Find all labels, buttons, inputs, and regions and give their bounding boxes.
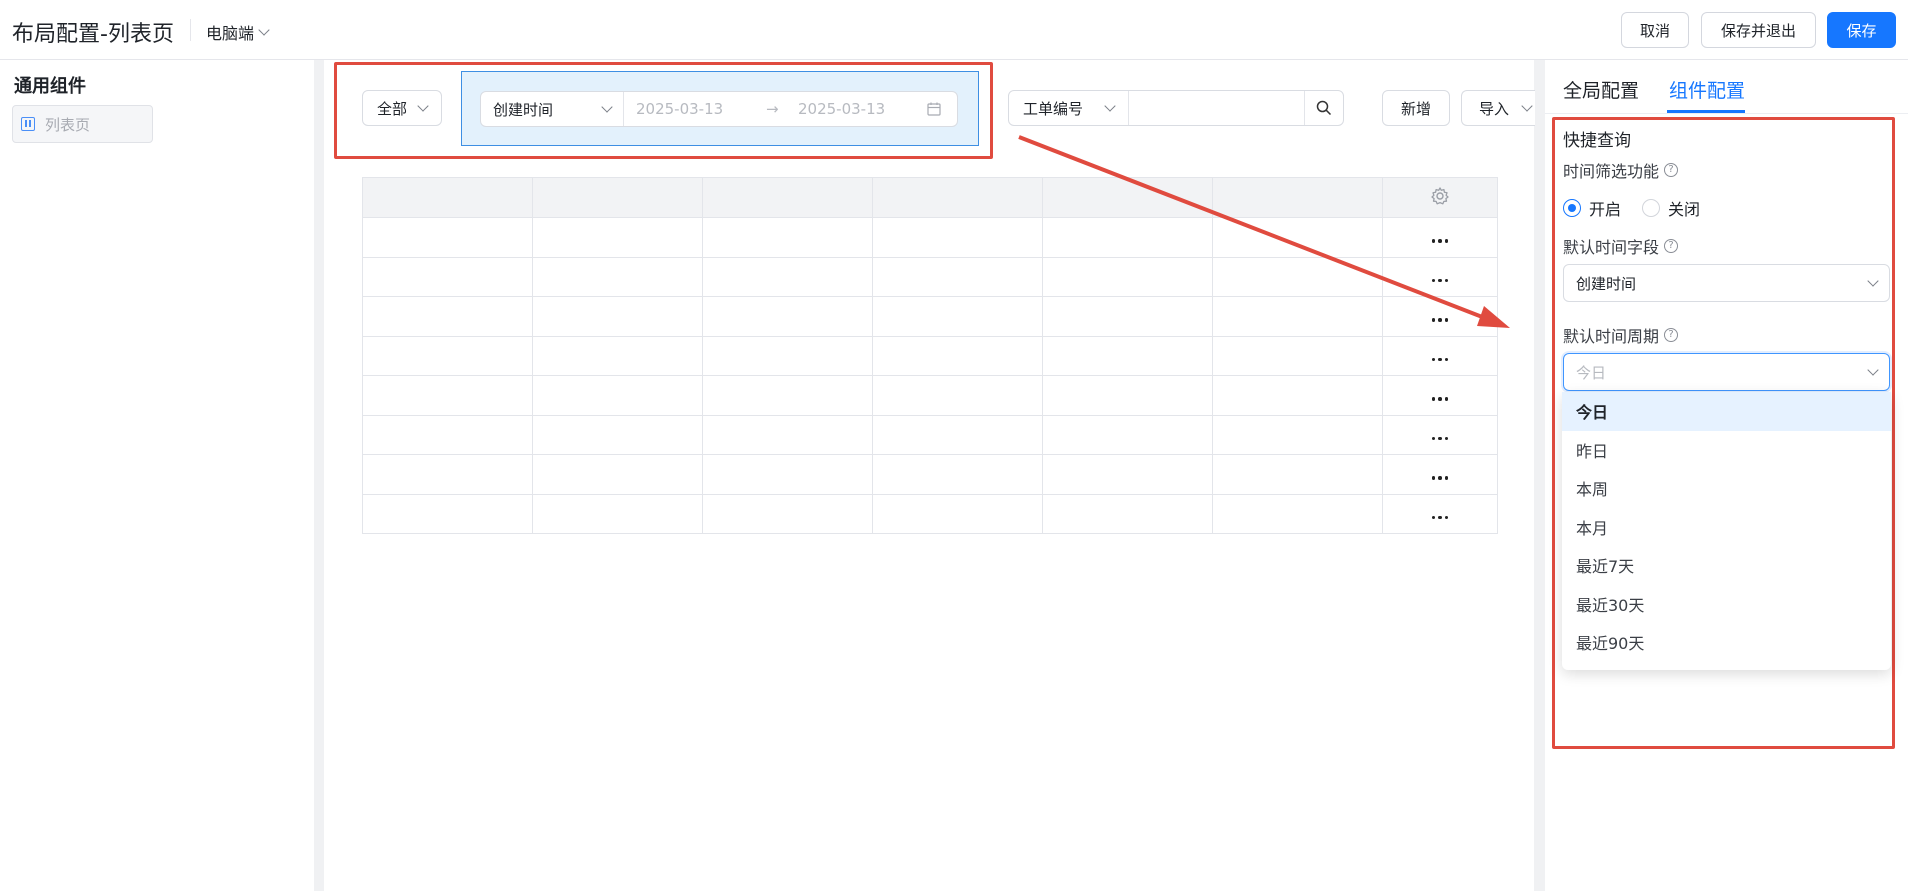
- time-filter-label: 时间筛选功能 ?: [1563, 158, 1679, 182]
- section-title: 快捷查询: [1563, 131, 1631, 151]
- option-this-week[interactable]: 本周: [1562, 469, 1891, 508]
- default-time-field-value: 创建时间: [1576, 274, 1637, 293]
- default-time-period-label-text: 默认时间周期: [1563, 327, 1660, 346]
- option-last-90-days[interactable]: 最近90天: [1562, 623, 1891, 662]
- option-last-7-days[interactable]: 最近7天: [1562, 546, 1891, 585]
- help-icon: ?: [1664, 163, 1679, 177]
- default-time-period-select[interactable]: 今日: [1563, 353, 1890, 391]
- time-period-dropdown: 今日 昨日 本周 本月 最近7天 最近30天 最近90天: [1562, 392, 1891, 670]
- radio-checked-icon: [1563, 199, 1581, 217]
- radio-unchecked-icon: [1642, 199, 1660, 217]
- chevron-down-icon: [1867, 275, 1879, 287]
- radio-off-label: 关闭: [1668, 200, 1701, 219]
- radio-off[interactable]: 关闭: [1642, 196, 1700, 220]
- help-icon: ?: [1664, 239, 1679, 253]
- config-panel: 全局配置 组件配置 快捷查询 时间筛选功能 ? 开启 关闭 默认时间字段 ? 创…: [1545, 60, 1908, 891]
- option-yesterday[interactable]: 昨日: [1562, 431, 1891, 470]
- tab-component-config[interactable]: 组件配置: [1669, 76, 1745, 103]
- tab-global-config[interactable]: 全局配置: [1563, 76, 1639, 103]
- default-time-period-placeholder: 今日: [1576, 363, 1607, 382]
- help-icon: ?: [1664, 328, 1679, 342]
- chevron-down-icon: [1867, 364, 1879, 376]
- default-time-field-select[interactable]: 创建时间: [1563, 264, 1890, 302]
- radio-on-label: 开启: [1589, 200, 1622, 219]
- default-time-field-label-text: 默认时间字段: [1563, 238, 1660, 257]
- tab-divider: [1545, 113, 1908, 114]
- option-today[interactable]: 今日: [1562, 392, 1891, 431]
- option-last-30-days[interactable]: 最近30天: [1562, 585, 1891, 624]
- radio-on[interactable]: 开启: [1563, 196, 1621, 220]
- time-filter-label-text: 时间筛选功能: [1563, 162, 1660, 181]
- option-this-month[interactable]: 本月: [1562, 508, 1891, 547]
- default-time-field-label: 默认时间字段 ?: [1563, 234, 1679, 258]
- default-time-period-label: 默认时间周期 ?: [1563, 323, 1679, 347]
